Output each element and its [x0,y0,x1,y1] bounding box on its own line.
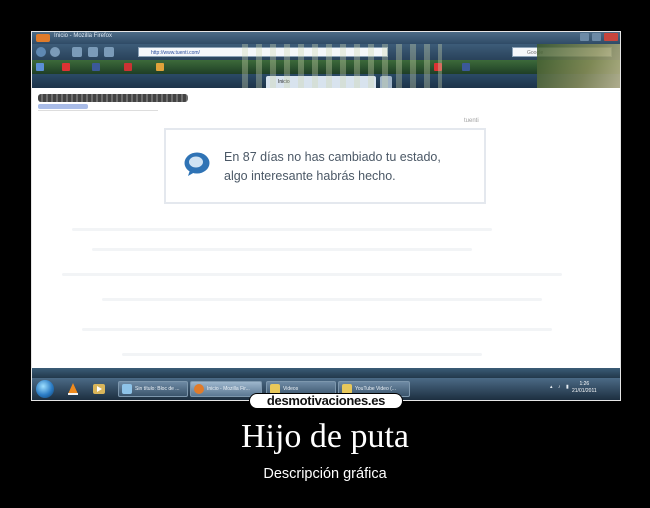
media-player-icon[interactable] [92,382,106,396]
task-label: YouTube Video (... [355,386,396,392]
stop-icon[interactable] [88,47,98,57]
bookmark-icon[interactable] [36,63,44,71]
clock-date: 21/01/2011 [572,388,597,394]
persona-theme-image [537,44,620,88]
clock-time: 1:26 [579,381,590,387]
browser-statusbar [32,368,620,378]
persona-theme-banner [242,44,442,88]
screenshot-frame: Inicio - Mozilla Firefox http://www.tuen… [31,31,621,401]
close-window-button[interactable] [604,33,618,41]
faded-content [92,248,472,251]
task-label: Sin título: Bloc de ... [135,386,180,392]
faded-content [72,228,492,231]
window-title: Inicio - Mozilla Firefox [54,33,113,39]
poster-description: Descripción gráfica [263,466,387,482]
network-icon[interactable]: ▮ [566,384,569,390]
web-page: tuenti En 87 días no has cambiado tu est… [32,88,620,378]
divider [38,110,158,111]
redacted-link [38,104,88,109]
brand-label: tuenti [464,118,479,124]
reminder-text-line-2: algo interesante habrás hecho. [224,169,396,183]
status-reminder-box: En 87 días no has cambiado tu estado, al… [164,128,486,204]
faded-content [102,298,542,301]
reload-icon[interactable] [72,47,82,57]
site-logo-text: desmotivaciones.es [266,393,386,408]
forward-icon[interactable] [50,47,60,57]
facebook-bookmark-icon[interactable] [462,63,470,71]
tray-arrow-icon[interactable]: ▴ [550,384,553,390]
bookmark-icon[interactable] [156,63,164,71]
start-button[interactable] [36,380,54,398]
faded-content [62,273,562,276]
minimize-button[interactable] [580,33,589,41]
task-label: Inicio - Mozilla Fir... [207,386,250,392]
back-icon[interactable] [36,47,46,57]
taskbar-item-notepad[interactable]: Sin título: Bloc de ... [118,381,188,397]
vlc-icon[interactable] [66,382,80,396]
volume-icon[interactable]: ♪ [558,384,561,390]
notepad-icon [122,384,132,394]
task-label: Videos [283,386,299,392]
redacted-user-name [38,94,188,102]
bookmark-icon[interactable] [92,63,100,71]
taskbar-clock[interactable]: 1:26 21/01/2011 [572,381,597,395]
firefox-icon [194,384,204,394]
speech-bubble-icon [184,152,210,176]
bookmark-icon[interactable] [124,63,132,71]
poster-title: Hijo de puta [240,418,410,455]
browser-titlebar: Inicio - Mozilla Firefox [32,32,620,44]
site-logo: desmotivaciones.es [249,393,403,409]
home-icon[interactable] [104,47,114,57]
bookmark-icon[interactable] [62,63,70,71]
faded-content [122,353,482,356]
reminder-text-line-1: En 87 días no has cambiado tu estado, [224,150,441,164]
faded-content [82,328,552,331]
firefox-menu-button[interactable] [36,34,50,42]
maximize-button[interactable] [592,33,601,41]
